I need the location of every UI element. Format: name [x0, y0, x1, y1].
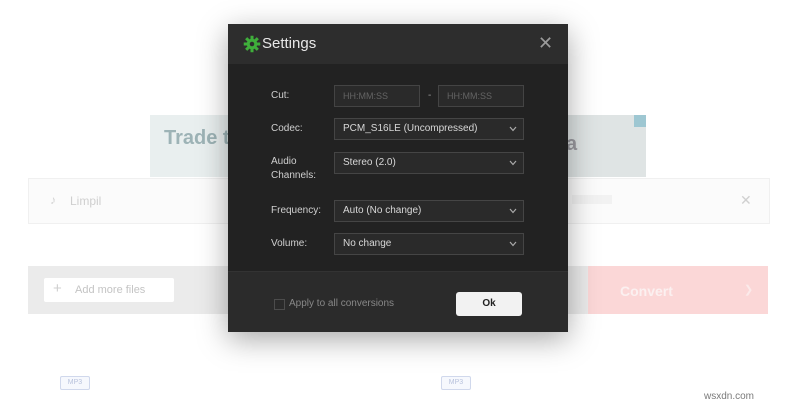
dialog-header: Settings ✕: [228, 24, 568, 64]
convert-label: Convert: [620, 283, 673, 299]
plus-icon: +: [53, 280, 62, 297]
chevron-down-icon: [509, 126, 517, 132]
settings-dialog: Settings ✕ Cut: - Codec: PCM_S16LE (Unco…: [228, 24, 568, 332]
codec-label: Codec:: [271, 123, 303, 134]
codec-value: PCM_S16LE (Uncompressed): [343, 123, 478, 134]
cut-start-input[interactable]: [334, 85, 420, 107]
chevron-down-icon: [509, 241, 517, 247]
format-badge[interactable]: MP3: [441, 376, 471, 390]
file-name: Limpil: [70, 194, 102, 208]
frequency-value: Auto (No change): [343, 205, 422, 216]
ok-button[interactable]: Ok: [456, 292, 522, 316]
file-status: [572, 195, 612, 204]
close-icon[interactable]: ✕: [538, 33, 553, 54]
channels-select[interactable]: Stereo (2.0): [334, 152, 524, 174]
channels-value: Stereo (2.0): [343, 157, 396, 168]
music-note-icon: ♪: [50, 193, 56, 207]
channels-label-line1: Audio: [271, 156, 297, 167]
cut-label: Cut:: [271, 90, 290, 101]
gear-icon: [243, 35, 261, 53]
add-more-files-label: Add more files: [75, 284, 146, 296]
remove-file-icon[interactable]: ✕: [740, 192, 752, 209]
codec-select[interactable]: PCM_S16LE (Uncompressed): [334, 118, 524, 140]
dialog-title: Settings: [262, 35, 317, 52]
volume-value: No change: [343, 238, 392, 249]
convert-button[interactable]: [588, 266, 768, 314]
volume-label: Volume:: [271, 238, 308, 249]
channels-label-line2: Channels:: [271, 170, 317, 181]
chevron-down-icon: [509, 208, 517, 214]
frequency-label: Frequency:: [271, 205, 322, 216]
watermark: wsxdn.com: [704, 391, 755, 402]
apply-all-checkbox[interactable]: [274, 299, 285, 310]
format-badge[interactable]: MP3: [60, 376, 90, 390]
frequency-select[interactable]: Auto (No change): [334, 200, 524, 222]
cut-separator: -: [428, 90, 432, 101]
apply-all-label: Apply to all conversions: [289, 298, 395, 309]
volume-select[interactable]: No change: [334, 233, 524, 255]
chevron-down-icon: [509, 160, 517, 166]
ad-close-icon[interactable]: [634, 115, 646, 127]
chevron-right-icon: ❯: [744, 284, 754, 296]
cut-end-input[interactable]: [438, 85, 524, 107]
